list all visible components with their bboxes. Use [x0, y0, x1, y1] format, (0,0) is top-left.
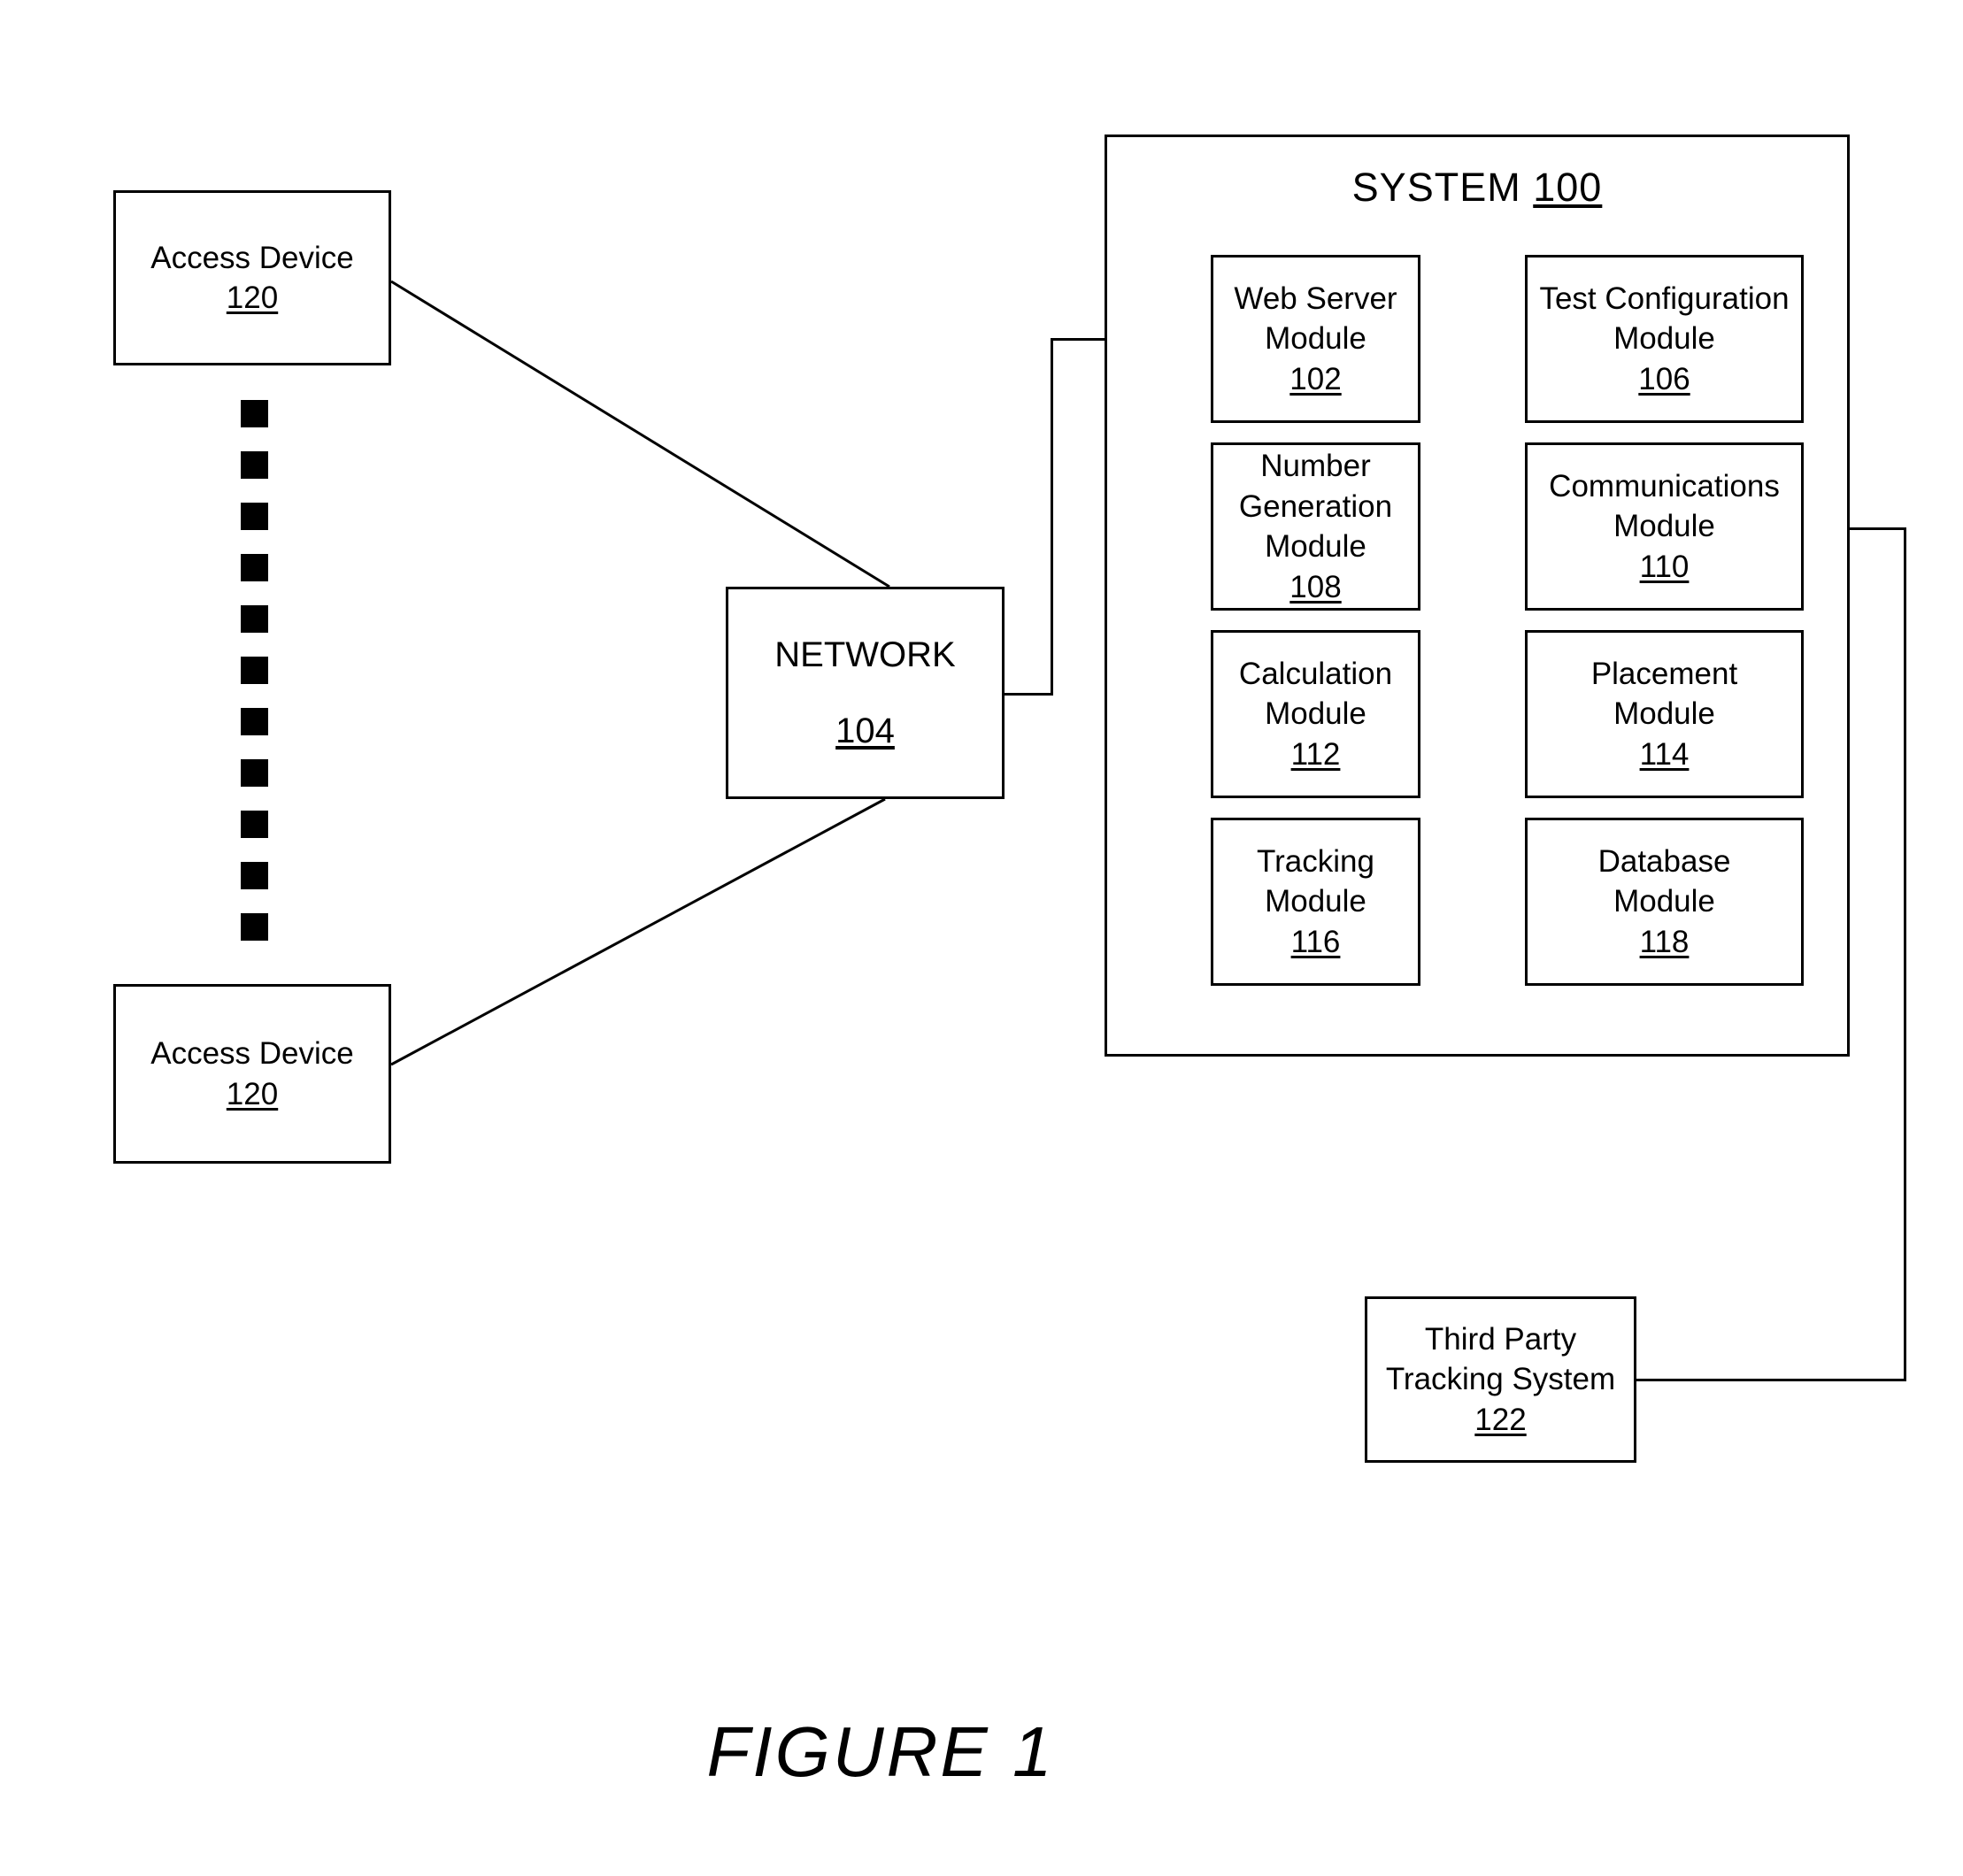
module-tracking-number: 116: [1290, 924, 1341, 959]
connector-network-to-system-bottom: [1003, 693, 1053, 696]
network-number: 104: [835, 711, 895, 750]
vertical-dashed-ellipsis: [241, 400, 271, 941]
system-title-number: 100: [1533, 165, 1603, 210]
module-communications-line1: Communications: [1549, 468, 1780, 504]
module-tracking[interactable]: Tracking Module 116: [1211, 818, 1420, 986]
connector-communications-vertical: [1904, 527, 1906, 1381]
third-party-tracking-system[interactable]: Third Party Tracking System 122: [1365, 1296, 1636, 1463]
module-test-configuration[interactable]: Test Configuration Module 106: [1525, 255, 1804, 423]
connector-access-device-2-to-network: [390, 797, 886, 1066]
ellipsis-square: [241, 811, 268, 838]
connector-network-to-system-vertical: [1051, 338, 1053, 696]
ellipsis-square: [241, 862, 268, 889]
system-title-text: SYSTEM: [1351, 165, 1521, 210]
figure-1-diagram: Access Device 120 Access Device 120 NETW…: [0, 0, 1963, 1876]
network-node[interactable]: NETWORK 104: [726, 587, 1005, 799]
module-number-generation[interactable]: Number Generation Module 108: [1211, 442, 1420, 611]
access-device-top[interactable]: Access Device 120: [113, 190, 391, 365]
module-test-configuration-number: 106: [1638, 361, 1690, 396]
module-placement-line1: Placement: [1590, 656, 1738, 691]
access-device-bottom[interactable]: Access Device 120: [113, 984, 391, 1164]
module-web-server-number: 102: [1289, 361, 1342, 396]
module-communications-number: 110: [1639, 549, 1690, 584]
module-test-configuration-line2: Module: [1613, 321, 1715, 357]
connector-access-device-1-to-network: [390, 280, 890, 588]
module-test-configuration-line1: Test Configuration: [1539, 281, 1790, 316]
module-number-generation-line3: Module: [1265, 529, 1366, 564]
system-title: SYSTEM 100: [1105, 165, 1850, 211]
third-party-line1: Third Party: [1424, 1321, 1577, 1357]
module-placement[interactable]: Placement Module 114: [1525, 630, 1804, 798]
module-web-server-line1: Web Server: [1234, 281, 1397, 316]
module-database[interactable]: Database Module 118: [1525, 818, 1804, 986]
ellipsis-square: [241, 554, 268, 581]
ellipsis-square: [241, 400, 268, 427]
module-placement-number: 114: [1639, 736, 1690, 772]
module-placement-line2: Module: [1613, 696, 1715, 732]
ellipsis-square: [241, 657, 268, 684]
module-web-server[interactable]: Web Server Module 102: [1211, 255, 1420, 423]
third-party-line2: Tracking System: [1385, 1362, 1616, 1397]
module-number-generation-line2: Generation: [1238, 488, 1393, 524]
ellipsis-square: [241, 605, 268, 633]
access-device-top-number: 120: [226, 281, 279, 315]
connector-third-party-in: [1636, 1379, 1906, 1381]
module-calculation[interactable]: Calculation Module 112: [1211, 630, 1420, 798]
module-calculation-line1: Calculation: [1238, 656, 1393, 691]
access-device-bottom-label: Access Device: [150, 1036, 354, 1071]
access-device-bottom-number: 120: [226, 1076, 279, 1111]
module-communications-line2: Module: [1613, 509, 1715, 544]
module-tracking-line1: Tracking: [1257, 843, 1374, 879]
network-label: NETWORK: [774, 635, 956, 674]
module-communications[interactable]: Communications Module 110: [1525, 442, 1804, 611]
ellipsis-square: [241, 759, 268, 787]
access-device-top-label: Access Device: [150, 240, 354, 275]
module-database-number: 118: [1639, 924, 1690, 959]
ellipsis-square: [241, 503, 268, 530]
module-number-generation-line1: Number: [1260, 449, 1371, 483]
ellipsis-square: [241, 913, 268, 941]
module-web-server-line2: Module: [1265, 321, 1366, 357]
module-tracking-line2: Module: [1265, 884, 1366, 919]
ellipsis-square: [241, 451, 268, 479]
figure-caption: FIGURE 1: [706, 1712, 1055, 1791]
third-party-number: 122: [1474, 1402, 1527, 1437]
module-database-line2: Module: [1613, 884, 1715, 919]
module-number-generation-number: 108: [1289, 569, 1342, 604]
ellipsis-square: [241, 708, 268, 735]
module-calculation-number: 112: [1290, 736, 1341, 772]
module-calculation-line2: Module: [1265, 696, 1366, 732]
module-database-line1: Database: [1597, 843, 1731, 879]
